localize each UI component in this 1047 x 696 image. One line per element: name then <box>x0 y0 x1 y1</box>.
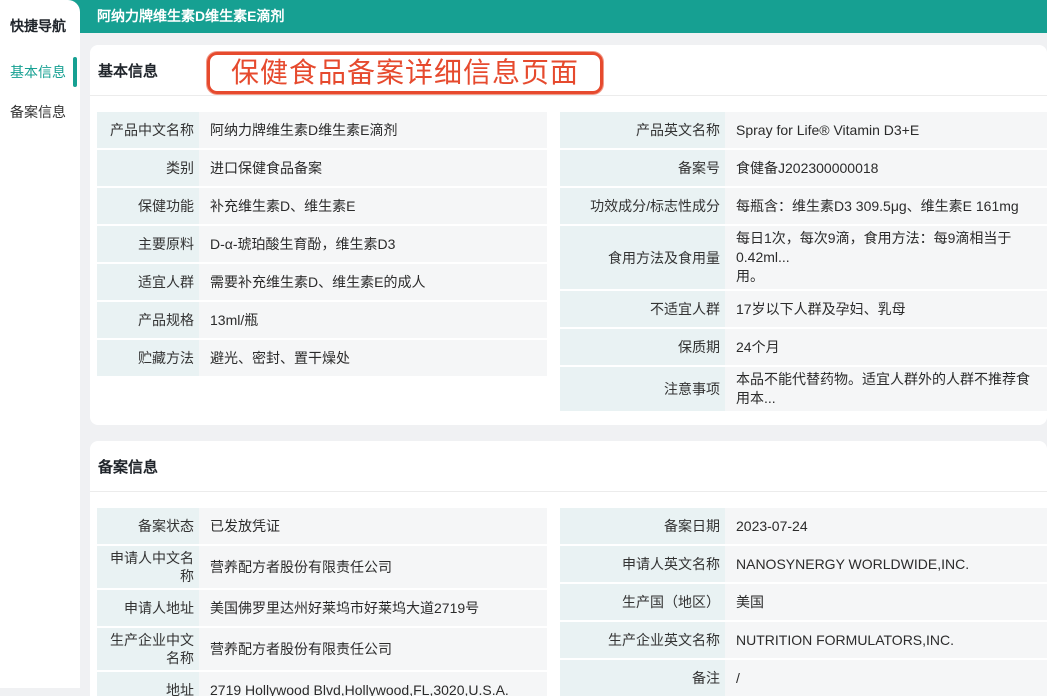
field-value: 每瓶含：维生素D3 309.5μg、维生素E 161mg <box>725 188 1047 224</box>
field-label: 备案状态 <box>97 508 199 544</box>
field-label: 食用方法及食用量 <box>560 226 725 289</box>
product-title: 阿纳力牌维生素D维生素E滴剂 <box>97 0 284 33</box>
table-row: 适宜人群 需要补充维生素D、维生素E的成人 <box>97 264 547 300</box>
field-label: 功效成分/标志性成分 <box>560 188 725 224</box>
field-value: 食健备J202300000018 <box>725 150 1047 186</box>
field-label: 申请人中文名称 <box>97 546 199 588</box>
field-value: 阿纳力牌维生素D维生素E滴剂 <box>199 112 547 148</box>
field-label: 保健功能 <box>97 188 199 224</box>
app: 阿纳力牌维生素D维生素E滴剂 快捷导航 基本信息 备案信息 基本信息 产品中文名… <box>0 0 1047 696</box>
field-label: 地址 <box>97 672 199 696</box>
table-row: 申请人地址 美国佛罗里达州好莱坞市好莱坞大道2719号 <box>97 590 547 626</box>
table-row: 备案日期 2023-07-24 <box>560 508 1047 544</box>
sidebar-title: 快捷导航 <box>0 0 80 52</box>
sidebar-item-label: 基本信息 <box>10 64 66 80</box>
field-value: 2023-07-24 <box>725 508 1047 544</box>
field-value: 营养配方者股份有限责任公司 <box>199 628 547 670</box>
field-label: 产品规格 <box>97 302 199 338</box>
table-row: 备案状态 已发放凭证 <box>97 508 547 544</box>
field-label: 产品中文名称 <box>97 112 199 148</box>
field-value: 每日1次，每次9滴，食用方法：每9滴相当于0.42ml... 用。 <box>725 226 1047 289</box>
field-value: 2719 Hollywood Blvd,Hollywood,FL,3020,U.… <box>199 672 547 696</box>
field-label: 备注 <box>560 660 725 696</box>
field-label: 保质期 <box>560 329 725 365</box>
table-row: 产品中文名称 阿纳力牌维生素D维生素E滴剂 <box>97 112 547 148</box>
table-row: 类别 进口保健食品备案 <box>97 150 547 186</box>
field-value: 24个月 <box>725 329 1047 365</box>
table-row: 生产企业英文名称 NUTRITION FORMULATORS,INC. <box>560 622 1047 658</box>
sidebar-item-registration-info[interactable]: 备案信息 <box>0 92 80 132</box>
field-label: 生产企业中文名称 <box>97 628 199 670</box>
table-row: 主要原料 D-α-琥珀酸生育酚，维生素D3 <box>97 226 547 262</box>
registration-info-card: 备案信息 备案状态 已发放凭证 申请人中文名称 营养配方者股份有限责任公司 申请… <box>90 441 1047 696</box>
field-value: 需要补充维生素D、维生素E的成人 <box>199 264 547 300</box>
sidebar-item-basic-info[interactable]: 基本信息 <box>0 52 80 92</box>
table-row: 不适宜人群 17岁以下人群及孕妇、乳母 <box>560 291 1047 327</box>
field-label: 贮藏方法 <box>97 340 199 376</box>
section-title-registration-info: 备案信息 <box>90 441 1047 491</box>
table-row: 备案号 食健备J202300000018 <box>560 150 1047 186</box>
registration-info-tables: 备案状态 已发放凭证 申请人中文名称 营养配方者股份有限责任公司 申请人地址 美… <box>90 492 1047 696</box>
field-label: 生产企业英文名称 <box>560 622 725 658</box>
field-value: 17岁以下人群及孕妇、乳母 <box>725 291 1047 327</box>
field-value: 营养配方者股份有限责任公司 <box>199 546 547 588</box>
field-label: 备案号 <box>560 150 725 186</box>
field-value: 补充维生素D、维生素E <box>199 188 547 224</box>
annotation-text: 保健食品备案详细信息页面 <box>231 59 579 87</box>
field-value: 已发放凭证 <box>199 508 547 544</box>
sidebar-item-label: 备案信息 <box>10 104 66 120</box>
table-row: 生产国（地区） 美国 <box>560 584 1047 620</box>
field-value: 进口保健食品备案 <box>199 150 547 186</box>
field-label: 备案日期 <box>560 508 725 544</box>
field-value: 避光、密封、置干燥处 <box>199 340 547 376</box>
quick-nav-sidebar: 快捷导航 基本信息 备案信息 <box>0 0 80 688</box>
field-value: 美国佛罗里达州好莱坞市好莱坞大道2719号 <box>199 590 547 626</box>
field-label: 不适宜人群 <box>560 291 725 327</box>
table-row: 地址 2719 Hollywood Blvd,Hollywood,FL,3020… <box>97 672 547 696</box>
field-label: 注意事项 <box>560 367 725 411</box>
table-row: 注意事项 本品不能代替药物。适宜人群外的人群不推荐食用本... <box>560 367 1047 411</box>
table-row: 生产企业中文名称 营养配方者股份有限责任公司 <box>97 628 547 670</box>
table-row: 产品规格 13ml/瓶 <box>97 302 547 338</box>
page-header-bar: 阿纳力牌维生素D维生素E滴剂 <box>0 0 1047 33</box>
table-row: 功效成分/标志性成分 每瓶含：维生素D3 309.5μg、维生素E 161mg <box>560 188 1047 224</box>
field-value: NANOSYNERGY WORLDWIDE,INC. <box>725 546 1047 582</box>
field-label: 主要原料 <box>97 226 199 262</box>
field-value: Spray for Life® Vitamin D3+E <box>725 112 1047 148</box>
annotation-box: 保健食品备案详细信息页面 <box>207 52 603 94</box>
table-row: 保质期 24个月 <box>560 329 1047 365</box>
table-row: 保健功能 补充维生素D、维生素E <box>97 188 547 224</box>
registration-info-left-table: 备案状态 已发放凭证 申请人中文名称 营养配方者股份有限责任公司 申请人地址 美… <box>97 508 547 696</box>
field-value: D-α-琥珀酸生育酚，维生素D3 <box>199 226 547 262</box>
table-row: 食用方法及食用量 每日1次，每次9滴，食用方法：每9滴相当于0.42ml... … <box>560 226 1047 289</box>
field-label: 适宜人群 <box>97 264 199 300</box>
table-row: 产品英文名称 Spray for Life® Vitamin D3+E <box>560 112 1047 148</box>
field-value: 美国 <box>725 584 1047 620</box>
registration-info-right-table: 备案日期 2023-07-24 申请人英文名称 NANOSYNERGY WORL… <box>560 508 1047 696</box>
basic-info-tables: 产品中文名称 阿纳力牌维生素D维生素E滴剂 类别 进口保健食品备案 保健功能 补… <box>90 96 1047 425</box>
table-row: 备注 / <box>560 660 1047 696</box>
table-row: 申请人英文名称 NANOSYNERGY WORLDWIDE,INC. <box>560 546 1047 582</box>
field-value: NUTRITION FORMULATORS,INC. <box>725 622 1047 658</box>
table-row: 贮藏方法 避光、密封、置干燥处 <box>97 340 547 376</box>
field-label: 申请人地址 <box>97 590 199 626</box>
basic-info-left-table: 产品中文名称 阿纳力牌维生素D维生素E滴剂 类别 进口保健食品备案 保健功能 补… <box>97 112 547 376</box>
field-label: 产品英文名称 <box>560 112 725 148</box>
field-label: 生产国（地区） <box>560 584 725 620</box>
field-value: 本品不能代替药物。适宜人群外的人群不推荐食用本... <box>725 367 1047 411</box>
field-value: / <box>725 660 1047 696</box>
main-content: 基本信息 产品中文名称 阿纳力牌维生素D维生素E滴剂 类别 进口保健食品备案 保… <box>80 33 1047 696</box>
field-label: 类别 <box>97 150 199 186</box>
basic-info-right-table: 产品英文名称 Spray for Life® Vitamin D3+E 备案号 … <box>560 112 1047 411</box>
table-row: 申请人中文名称 营养配方者股份有限责任公司 <box>97 546 547 588</box>
basic-info-card: 基本信息 产品中文名称 阿纳力牌维生素D维生素E滴剂 类别 进口保健食品备案 保… <box>90 45 1047 425</box>
field-label: 申请人英文名称 <box>560 546 725 582</box>
field-value: 13ml/瓶 <box>199 302 547 338</box>
